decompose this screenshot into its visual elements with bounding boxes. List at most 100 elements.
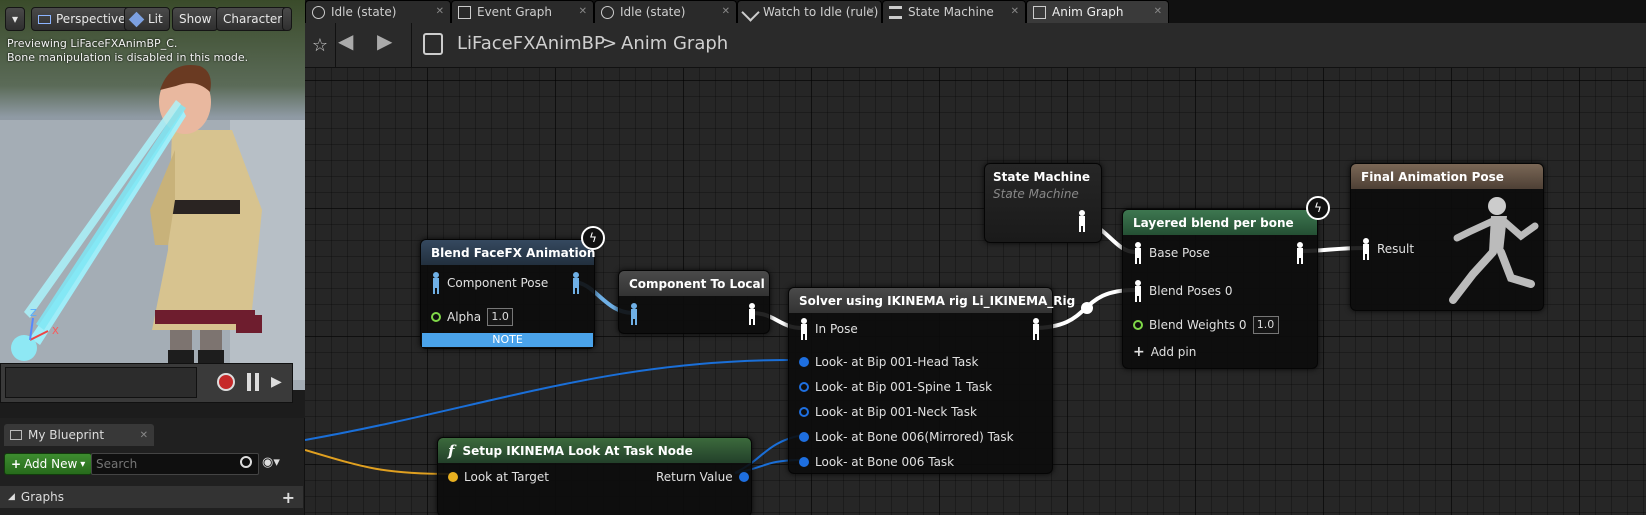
lit-icon bbox=[128, 11, 145, 27]
tab-label: State Machine bbox=[908, 5, 994, 19]
pose-pin-icon bbox=[433, 272, 439, 294]
add-new-button[interactable]: + Add New ▾ bbox=[4, 453, 93, 475]
blend-weights-value-input[interactable]: 1.0 bbox=[1252, 316, 1279, 334]
pin-label: Look- at Bone 006(Mirrored) Task bbox=[815, 430, 1014, 444]
my-blueprint-panel: My Blueprint ✕ + Add New ▾ ◉▾ ◢ Graphs + bbox=[0, 418, 305, 515]
close-icon[interactable]: ✕ bbox=[1154, 6, 1162, 17]
graph-icon bbox=[458, 5, 471, 19]
lit-button[interactable]: Lit bbox=[124, 7, 170, 31]
tab-idle-state-1[interactable]: Idle (state) ✕ bbox=[305, 0, 451, 23]
node-subtitle: State Machine bbox=[993, 187, 1079, 201]
tab-label: Anim Graph bbox=[1052, 5, 1124, 19]
pose-output-pin[interactable] bbox=[1295, 242, 1305, 264]
graph-icon bbox=[1033, 5, 1046, 19]
result-pin[interactable]: Result bbox=[1361, 238, 1414, 260]
close-icon[interactable]: ✕ bbox=[722, 6, 730, 17]
graphs-section-header[interactable]: ◢ Graphs + bbox=[0, 486, 303, 508]
pin-label: Look- at Bip 001-Spine 1 Task bbox=[815, 380, 993, 394]
running-mannequin-icon bbox=[1449, 197, 1539, 304]
lookat-task-pin[interactable]: Look- at Bip 001-Head Task bbox=[799, 355, 978, 369]
character-button[interactable]: Character bbox=[216, 7, 290, 31]
pose-output-pin[interactable] bbox=[1077, 210, 1087, 232]
step-forward-button[interactable]: ▶ bbox=[271, 373, 287, 391]
component-pose-input-pin[interactable] bbox=[629, 303, 639, 325]
add-graph-icon[interactable]: + bbox=[282, 488, 295, 507]
graph-breadcrumb-bar: ☆ ◀ ▶ LiFaceFXAnimBP > Anim Graph bbox=[305, 23, 1646, 68]
close-icon[interactable]: ✕ bbox=[140, 430, 148, 441]
favorite-star-icon[interactable]: ☆ bbox=[305, 23, 336, 67]
base-pose-pin[interactable]: Base Pose bbox=[1133, 242, 1210, 264]
blend-weights-pin[interactable]: Blend Weights 0 1.0 bbox=[1133, 316, 1279, 334]
tab-anim-graph[interactable]: Anim Graph ✕ bbox=[1026, 0, 1169, 23]
pin-label: Alpha bbox=[447, 310, 482, 324]
node-note-bar[interactable]: NOTE bbox=[422, 333, 593, 347]
float-pin-icon bbox=[431, 312, 441, 322]
breadcrumb-separator: > bbox=[602, 33, 618, 54]
record-button[interactable] bbox=[217, 373, 235, 391]
lookat-task-pin[interactable]: Look- at Bone 006 Task bbox=[799, 455, 954, 469]
setup-ikinema-lookat-node[interactable]: f Setup IKINEMA Look At Task Node Look at… bbox=[437, 437, 752, 515]
blend-poses-pin[interactable]: Blend Poses 0 bbox=[1133, 280, 1232, 302]
preview-viewport[interactable]: ▾ Perspective▾ Lit Show Character Previe… bbox=[0, 0, 305, 390]
struct-pin-icon bbox=[799, 457, 809, 467]
rule-icon bbox=[741, 2, 760, 22]
pin-label: Look- at Bip 001-Head Task bbox=[815, 355, 979, 369]
timeline-track[interactable] bbox=[5, 367, 197, 398]
tab-state-machine[interactable]: State Machine ✕ bbox=[882, 0, 1026, 23]
close-icon[interactable]: ✕ bbox=[436, 6, 444, 17]
component-pose-output-pin[interactable] bbox=[571, 272, 581, 294]
book-icon bbox=[10, 430, 22, 440]
tab-idle-state-2[interactable]: Idle (state) ✕ bbox=[594, 0, 737, 23]
tab-watch-to-idle[interactable]: Watch to Idle (rule) ✕ bbox=[737, 0, 882, 23]
pin-label: Look- at Bip 001-Neck Task bbox=[815, 405, 977, 419]
component-to-local-node[interactable]: Component To Local bbox=[618, 270, 770, 334]
state-machine-node[interactable]: State Machine State Machine bbox=[984, 163, 1102, 243]
final-animation-pose-node[interactable]: Final Animation Pose Result bbox=[1350, 163, 1544, 311]
add-pin-label: Add pin bbox=[1150, 345, 1197, 359]
close-icon[interactable]: ✕ bbox=[1011, 6, 1019, 17]
pin-label: Component Pose bbox=[447, 276, 549, 290]
close-icon[interactable]: ✕ bbox=[867, 6, 875, 17]
look-at-target-pin[interactable]: Look at Target bbox=[448, 470, 549, 484]
close-icon[interactable]: ✕ bbox=[579, 6, 587, 17]
pin-label: In Pose bbox=[815, 322, 858, 336]
tab-label: Idle (state) bbox=[620, 5, 686, 19]
node-title: Setup IKINEMA Look At Task Node bbox=[462, 443, 693, 458]
layered-blend-node[interactable]: Layered blend per bone Base Pose Blend P… bbox=[1122, 209, 1318, 369]
local-pose-output-pin[interactable] bbox=[747, 303, 757, 325]
pause-button[interactable] bbox=[247, 373, 259, 391]
forward-arrow-icon[interactable]: ▶ bbox=[377, 29, 403, 61]
show-button[interactable]: Show bbox=[172, 7, 219, 31]
viewport-menu-button[interactable]: ▾ bbox=[5, 7, 25, 31]
breadcrumb-graph[interactable]: Anim Graph bbox=[621, 33, 728, 54]
lookat-task-pin[interactable]: Look- at Bip 001-Spine 1 Task bbox=[799, 380, 992, 394]
eye-icon[interactable]: ◉▾ bbox=[262, 455, 292, 473]
return-value-pin[interactable]: Return Value bbox=[656, 470, 749, 484]
viewport-overflow-button[interactable] bbox=[282, 7, 292, 31]
add-pin-button[interactable]: + Add pin bbox=[1133, 344, 1196, 360]
my-blueprint-tab[interactable]: My Blueprint ✕ bbox=[4, 424, 154, 446]
show-label: Show bbox=[179, 12, 212, 26]
in-pose-pin[interactable]: In Pose bbox=[799, 318, 858, 340]
blend-facefx-node[interactable]: Blend FaceFX Animation Component Pose Al… bbox=[420, 239, 595, 349]
ikinema-solver-node[interactable]: Solver using IKINEMA rig Li_IKINEMA_Rig … bbox=[788, 287, 1075, 474]
blueprint-search-input[interactable] bbox=[91, 453, 259, 475]
back-arrow-icon[interactable]: ◀ bbox=[338, 29, 364, 61]
component-pose-pin[interactable]: Component Pose bbox=[431, 272, 548, 294]
lookat-task-pin[interactable]: Look- at Bip 001-Neck Task bbox=[799, 405, 977, 419]
anim-graph-canvas[interactable]: Blend FaceFX Animation Component Pose Al… bbox=[305, 68, 1646, 515]
tab-event-graph[interactable]: Event Graph ✕ bbox=[451, 0, 594, 23]
breadcrumb-blueprint[interactable]: LiFaceFXAnimBP bbox=[457, 33, 605, 54]
lookat-task-pin[interactable]: Look- at Bone 006(Mirrored) Task bbox=[799, 430, 1014, 444]
reroute-knot[interactable] bbox=[1081, 302, 1093, 314]
alpha-value-input[interactable]: 1.0 bbox=[487, 308, 514, 326]
struct-pin-icon bbox=[738, 472, 749, 482]
alpha-pin[interactable]: Alpha 1.0 bbox=[431, 308, 514, 326]
pin-label: Result bbox=[1377, 242, 1415, 256]
pose-output-pin[interactable] bbox=[1031, 318, 1041, 340]
pin-label: Blend Weights 0 bbox=[1149, 318, 1247, 332]
pin-label: Blend Poses 0 bbox=[1149, 284, 1233, 298]
state-machine-icon bbox=[889, 5, 902, 19]
node-title: State Machine bbox=[993, 170, 1091, 184]
pose-pin-icon bbox=[1135, 280, 1141, 302]
